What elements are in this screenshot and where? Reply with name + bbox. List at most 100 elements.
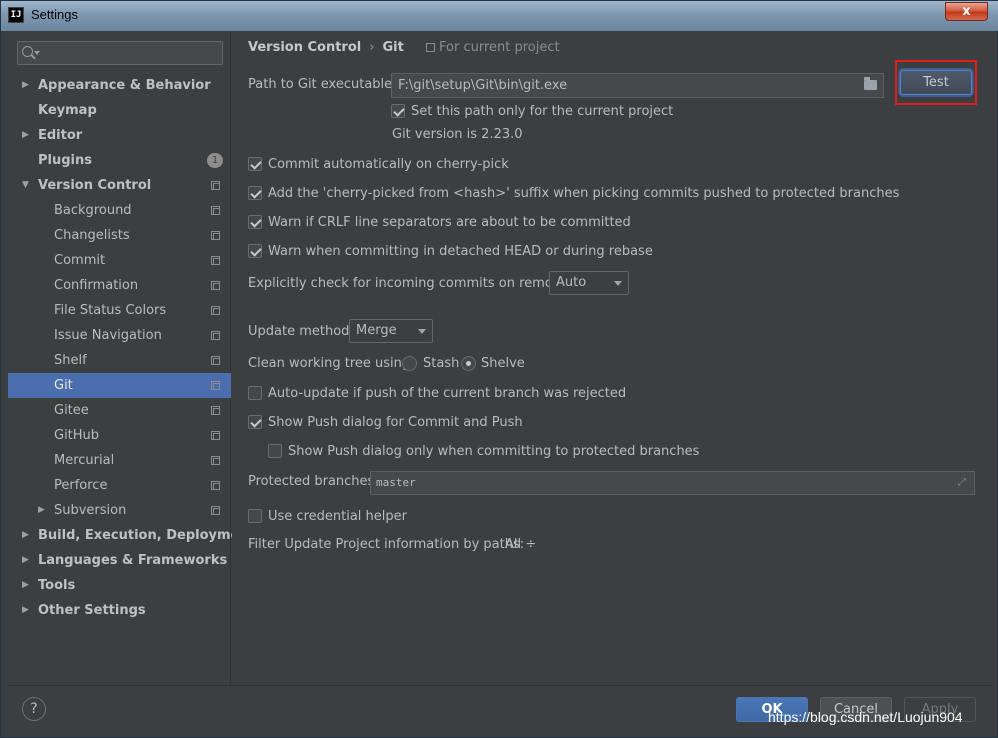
intellij-app-icon: IJ bbox=[8, 7, 24, 23]
git-settings-panel: Version Control › Git For current project … bbox=[232, 31, 992, 685]
breadcrumb-version-control[interactable]: Version Control bbox=[248, 40, 361, 55]
sidebar-item-confirmation[interactable]: Confirmation bbox=[8, 273, 231, 298]
project-settings-icon bbox=[211, 206, 220, 215]
clean-tree-label: Clean working tree using: bbox=[248, 356, 415, 371]
option-checkbox-suffix[interactable] bbox=[248, 186, 262, 200]
project-settings-icon bbox=[211, 306, 220, 315]
sidebar-item-issue-navigation[interactable]: Issue Navigation bbox=[8, 323, 231, 348]
collapsed-arrow-icon[interactable]: ▶ bbox=[22, 123, 34, 148]
git-path-label: Path to Git executable: bbox=[248, 77, 397, 92]
credential-helper-checkbox[interactable] bbox=[248, 509, 262, 523]
sidebar-item-label: Editor bbox=[38, 128, 83, 143]
title-bar[interactable]: IJ Settings x bbox=[1, 1, 998, 31]
sidebar-item-version-control[interactable]: ▼ Version Control bbox=[8, 173, 231, 198]
auto-update-label: Auto-update if push of the current branc… bbox=[268, 386, 627, 401]
option-label-suffix: Add the 'cherry-picked from <hash>' suff… bbox=[268, 186, 900, 201]
sidebar-item-tools[interactable]: ▶ Tools bbox=[8, 573, 231, 598]
project-settings-icon bbox=[211, 331, 220, 340]
sidebar-item-label: Languages & Frameworks bbox=[38, 553, 228, 568]
breadcrumb: Version Control › Git bbox=[248, 40, 404, 55]
collapsed-arrow-icon[interactable]: ▶ bbox=[22, 523, 34, 548]
expand-field-icon[interactable]: ⤢ bbox=[958, 478, 968, 488]
sidebar-item-label: GitHub bbox=[54, 428, 100, 443]
sidebar-item-other-settings[interactable]: ▶ Other Settings bbox=[8, 598, 231, 623]
sidebar-item-label: Gitee bbox=[54, 403, 89, 418]
git-version-text: Git version is 2.23.0 bbox=[392, 127, 523, 142]
sidebar-item-changelists[interactable]: Changelists bbox=[8, 223, 231, 248]
scope-label: For current project bbox=[439, 40, 560, 55]
sidebar-item-subversion[interactable]: ▶ Subversion bbox=[8, 498, 231, 523]
sidebar-item-label: Background bbox=[54, 203, 132, 218]
update-method-label: Update method: bbox=[248, 324, 354, 339]
sidebar-item-gitee[interactable]: Gitee bbox=[8, 398, 231, 423]
sidebar-item-label: File Status Colors bbox=[54, 303, 167, 318]
stash-radio[interactable] bbox=[402, 356, 417, 371]
project-settings-icon bbox=[211, 456, 220, 465]
sidebar-item-keymap[interactable]: Keymap bbox=[8, 98, 231, 123]
project-settings-icon bbox=[211, 406, 220, 415]
sidebar-item-appearance-behavior[interactable]: ▶ Appearance & Behavior bbox=[8, 73, 231, 98]
settings-search-input[interactable] bbox=[17, 41, 223, 65]
current-project-checkbox[interactable] bbox=[391, 104, 405, 118]
chevron-down-icon bbox=[614, 281, 622, 286]
shelve-radio[interactable] bbox=[461, 356, 476, 371]
sidebar-item-label: Shelf bbox=[54, 353, 87, 368]
collapsed-arrow-icon[interactable]: ▶ bbox=[22, 73, 34, 98]
sidebar-item-label: Commit bbox=[54, 253, 106, 268]
protected-branches-label: Protected branches: bbox=[248, 474, 379, 489]
collapsed-arrow-icon[interactable]: ▶ bbox=[22, 598, 34, 623]
incoming-commits-label: Explicitly check for incoming commits on… bbox=[248, 276, 578, 291]
collapsed-arrow-icon[interactable]: ▶ bbox=[22, 573, 34, 598]
sidebar-item-label: Other Settings bbox=[38, 603, 146, 618]
sidebar-item-editor[interactable]: ▶ Editor bbox=[8, 123, 231, 148]
test-button[interactable]: Test bbox=[900, 70, 972, 95]
collapsed-arrow-icon[interactable]: ▶ bbox=[22, 548, 34, 573]
sidebar-item-label: Tools bbox=[38, 578, 76, 593]
sidebar-item-perforce[interactable]: Perforce bbox=[8, 473, 231, 498]
project-settings-icon bbox=[211, 281, 220, 290]
settings-sidebar: ▶ Appearance & Behavior Keymap ▶ Editor Plugi… bbox=[8, 31, 255, 685]
sidebar-item-label: Confirmation bbox=[54, 278, 139, 293]
chevron-down-icon bbox=[418, 329, 426, 334]
protected-branches-input[interactable]: master ⤢ bbox=[370, 471, 975, 495]
show-push-protected-checkbox[interactable] bbox=[268, 444, 282, 458]
scope-indicator: For current project bbox=[426, 40, 560, 55]
sidebar-item-shelf[interactable]: Shelf bbox=[8, 348, 231, 373]
sidebar-item-plugins[interactable]: Plugins 1 bbox=[8, 148, 231, 173]
search-history-dropdown-icon[interactable] bbox=[34, 51, 40, 55]
collapsed-arrow-icon[interactable]: ▶ bbox=[38, 498, 50, 523]
settings-tree: ▶ Appearance & Behavior Keymap ▶ Editor Plugi… bbox=[8, 73, 255, 623]
close-window-button[interactable]: x bbox=[945, 2, 988, 21]
sidebar-item-build-execution-deployment[interactable]: ▶ Build, Execution, Deployment bbox=[8, 523, 255, 548]
project-settings-icon bbox=[211, 481, 220, 490]
git-path-input[interactable]: F:\git\setup\Git\bin\git.exe bbox=[391, 73, 884, 98]
incoming-commits-select[interactable]: Auto bbox=[549, 271, 629, 295]
sidebar-item-label: Plugins bbox=[38, 153, 92, 168]
show-push-checkbox[interactable] bbox=[248, 415, 262, 429]
option-checkbox-cherry-pick[interactable] bbox=[248, 157, 262, 171]
sidebar-item-git[interactable]: Git bbox=[8, 373, 231, 398]
browse-folder-icon[interactable] bbox=[864, 77, 877, 90]
expanded-arrow-icon[interactable]: ▼ bbox=[22, 173, 34, 198]
update-method-select[interactable]: Merge bbox=[349, 319, 433, 343]
sidebar-item-github[interactable]: GitHub bbox=[8, 423, 231, 448]
window-title: Settings bbox=[31, 7, 78, 22]
sidebar-item-mercurial[interactable]: Mercurial bbox=[8, 448, 231, 473]
sidebar-item-label: Appearance & Behavior bbox=[38, 78, 211, 93]
sidebar-item-label: Subversion bbox=[54, 503, 127, 518]
sidebar-item-label: Perforce bbox=[54, 478, 108, 493]
protected-branches-value: master bbox=[376, 476, 416, 489]
plugins-update-badge: 1 bbox=[207, 153, 223, 168]
option-checkbox-detached[interactable] bbox=[248, 244, 262, 258]
sidebar-item-background[interactable]: Background bbox=[8, 198, 231, 223]
help-button[interactable]: ? bbox=[22, 697, 46, 721]
sidebar-item-file-status-colors[interactable]: File Status Colors bbox=[8, 298, 231, 323]
auto-update-checkbox[interactable] bbox=[248, 386, 262, 400]
sidebar-item-languages-frameworks[interactable]: ▶ Languages & Frameworks bbox=[8, 548, 231, 573]
sidebar-item-commit[interactable]: Commit bbox=[8, 248, 231, 273]
sidebar-item-label: Keymap bbox=[38, 103, 97, 118]
filter-paths-select[interactable]: All ÷ bbox=[505, 537, 536, 552]
test-button-highlight: Test bbox=[895, 60, 977, 105]
option-checkbox-crlf[interactable] bbox=[248, 215, 262, 229]
sidebar-item-label: Version Control bbox=[38, 178, 152, 193]
